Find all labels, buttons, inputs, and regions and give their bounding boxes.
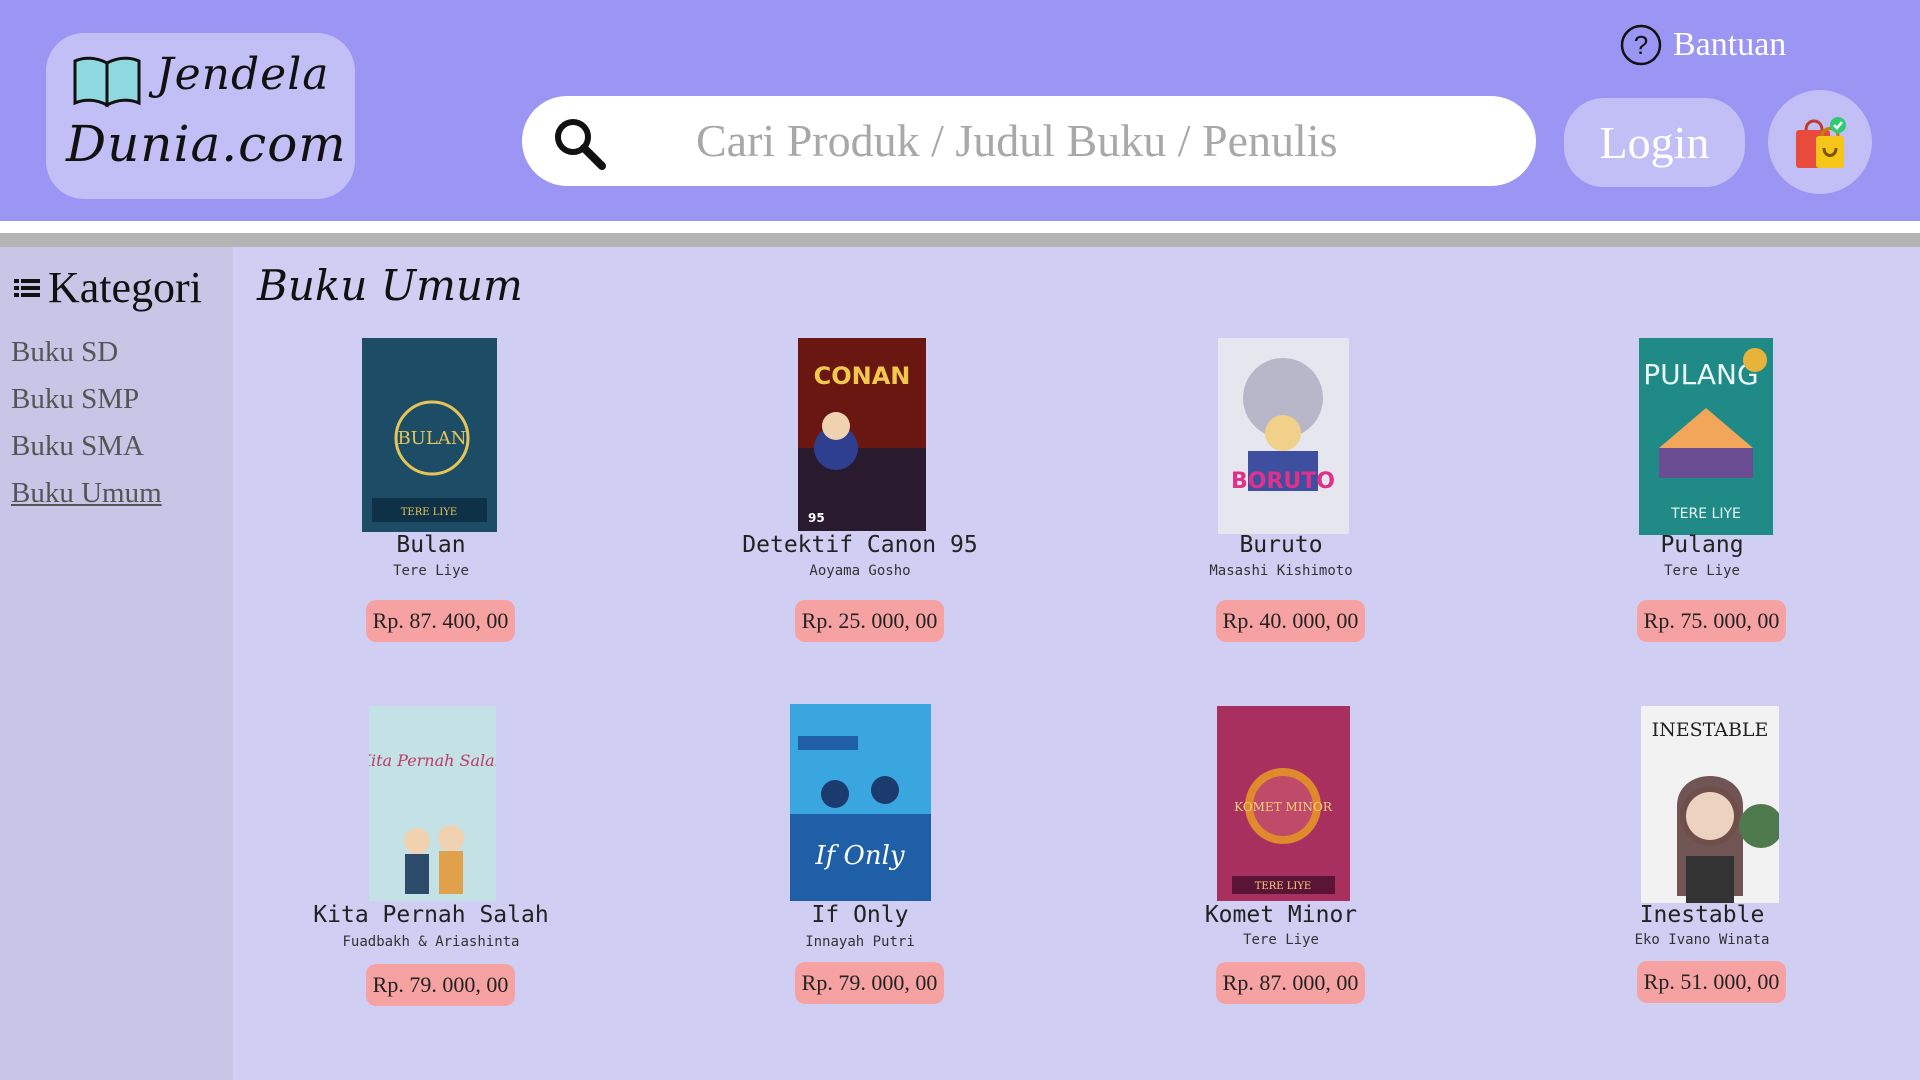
sidebar-item-buku-sd[interactable]: Buku SD bbox=[11, 336, 118, 369]
shopping-bag-icon bbox=[1796, 117, 1846, 168]
svg-text:?: ? bbox=[1634, 30, 1648, 60]
product-author: Tere Liye bbox=[1243, 932, 1319, 948]
svg-text:TERE LIYE: TERE LIYE bbox=[1670, 506, 1741, 522]
help-label: Bantuan bbox=[1673, 26, 1787, 63]
book-cover[interactable]: CONAN 95 bbox=[798, 338, 926, 531]
logo-text-jendela: Jendela bbox=[156, 49, 330, 100]
header: Jendela Dunia.com Cari Produk / Judul Bu… bbox=[0, 0, 1920, 221]
product-author: Eko Ivano Winata bbox=[1634, 932, 1770, 948]
cover-title: Kita Pernah Salah bbox=[369, 751, 496, 770]
product-title[interactable]: Inestable bbox=[1542, 902, 1862, 928]
section-title: Buku Umum bbox=[257, 261, 523, 310]
price-badge[interactable]: Rp. 51. 000, 00 bbox=[1637, 961, 1786, 1003]
svg-text:TERE LIYE: TERE LIYE bbox=[1255, 881, 1311, 892]
category-sidebar: Kategori Buku SD Buku SMP Buku SMA Buku … bbox=[0, 247, 233, 1080]
search-icon[interactable] bbox=[552, 116, 608, 172]
book-cover[interactable]: Kita Pernah Salah bbox=[369, 706, 496, 901]
sidebar-item-buku-umum[interactable]: Buku Umum bbox=[11, 477, 162, 510]
product-title[interactable]: Detektif Canon 95 bbox=[700, 532, 1020, 558]
login-button[interactable]: Login bbox=[1564, 98, 1745, 187]
cover-title: BORUTO bbox=[1231, 469, 1335, 494]
svg-text:TERE LIYE: TERE LIYE bbox=[401, 507, 457, 518]
list-icon bbox=[14, 278, 40, 297]
book-cover[interactable]: If Only bbox=[790, 704, 931, 901]
product-title[interactable]: Komet Minor bbox=[1121, 902, 1441, 928]
sidebar-item-buku-smp[interactable]: Buku SMP bbox=[11, 383, 139, 416]
shopping-bag-button[interactable] bbox=[1768, 90, 1872, 194]
cover-title: KOMET MINOR bbox=[1234, 800, 1333, 814]
book-cover[interactable]: BORUTO bbox=[1218, 338, 1349, 534]
price-badge[interactable]: Rp. 25. 000, 00 bbox=[795, 600, 944, 642]
sidebar-title: Kategori bbox=[48, 263, 202, 312]
price-badge[interactable]: Rp. 75. 000, 00 bbox=[1637, 600, 1786, 642]
price-badge[interactable]: Rp. 40. 000, 00 bbox=[1216, 600, 1365, 642]
logo[interactable]: Jendela Dunia.com bbox=[46, 33, 355, 199]
product-title[interactable]: Kita Pernah Salah bbox=[271, 902, 591, 928]
svg-text:95: 95 bbox=[808, 511, 825, 525]
product-area: Buku Umum BULAN TERE LIYE Bulan Tere Liy… bbox=[233, 247, 1920, 1080]
product-title[interactable]: Buruto bbox=[1121, 532, 1441, 558]
product-author: Tere Liye bbox=[1664, 563, 1740, 579]
cover-title: If Only bbox=[814, 841, 905, 871]
price-badge[interactable]: Rp. 79. 000, 00 bbox=[366, 964, 515, 1006]
book-cover[interactable]: PULANG TERE LIYE bbox=[1639, 338, 1773, 535]
help-link[interactable]: ? Bantuan bbox=[1619, 22, 1786, 68]
product-author: Fuadbakh & Ariashinta bbox=[342, 934, 520, 950]
logo-text-dunia: Dunia.com bbox=[66, 115, 347, 173]
product-author: Tere Liye bbox=[393, 563, 469, 579]
header-divider-bar bbox=[0, 233, 1920, 247]
question-icon: ? bbox=[1620, 24, 1662, 66]
search-bar[interactable]: Cari Produk / Judul Buku / Penulis bbox=[522, 96, 1536, 186]
product-author: Masashi Kishimoto bbox=[1209, 563, 1353, 579]
header-divider bbox=[0, 221, 1920, 233]
product-title[interactable]: Bulan bbox=[271, 532, 591, 558]
book-cover[interactable]: INESTABLE bbox=[1641, 706, 1779, 903]
sidebar-heading: Kategori bbox=[14, 262, 202, 313]
product-author: Aoyama Gosho bbox=[809, 563, 911, 579]
cover-title: BULAN bbox=[397, 428, 466, 449]
cover-title: PULANG bbox=[1643, 358, 1758, 391]
open-book-icon bbox=[73, 56, 141, 108]
price-badge[interactable]: Rp. 87. 000, 00 bbox=[1216, 962, 1365, 1004]
product-title[interactable]: If Only bbox=[700, 902, 1020, 928]
cover-title: CONAN bbox=[814, 362, 911, 390]
cover-title: INESTABLE bbox=[1652, 719, 1769, 741]
sidebar-item-buku-sma[interactable]: Buku SMA bbox=[11, 430, 144, 463]
product-author: Innayah Putri bbox=[805, 934, 915, 950]
book-cover[interactable]: KOMET MINOR TERE LIYE bbox=[1217, 706, 1350, 901]
price-badge[interactable]: Rp. 87. 400, 00 bbox=[366, 600, 515, 642]
product-title[interactable]: Pulang bbox=[1542, 532, 1862, 558]
book-cover[interactable]: BULAN TERE LIYE bbox=[362, 338, 497, 532]
search-input[interactable]: Cari Produk / Judul Buku / Penulis bbox=[696, 114, 1337, 167]
price-badge[interactable]: Rp. 79. 000, 00 bbox=[795, 962, 944, 1004]
